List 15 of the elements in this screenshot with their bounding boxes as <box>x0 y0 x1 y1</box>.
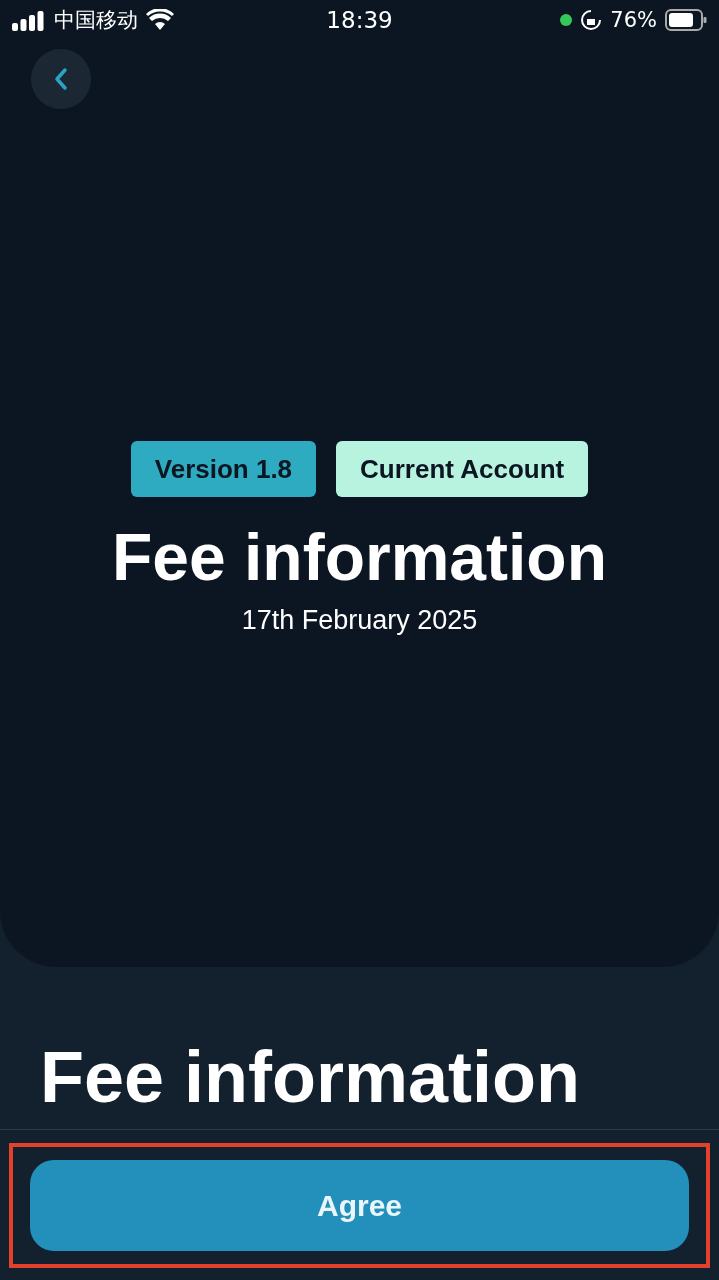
hero-title: Fee information <box>111 519 607 596</box>
signal-icon <box>12 9 46 31</box>
dot-icon <box>560 14 573 26</box>
tag: Current Account <box>336 441 589 497</box>
battery-icon <box>665 9 707 31</box>
section-title: Fee information <box>40 1036 582 1119</box>
wifi-icon <box>146 9 174 31</box>
rotation-lock-icon <box>580 9 603 31</box>
back-chevron-icon <box>54 67 68 91</box>
carrier-name: 中国移动 <box>54 7 138 34</box>
tag: Version 1.8 <box>130 441 317 497</box>
agree-button[interactable]: Agree <box>30 1160 689 1251</box>
date-text: 17th February 2025 <box>241 605 478 636</box>
clock-time: 18:39 <box>326 7 393 33</box>
battery-percentage: 76% <box>610 8 657 32</box>
